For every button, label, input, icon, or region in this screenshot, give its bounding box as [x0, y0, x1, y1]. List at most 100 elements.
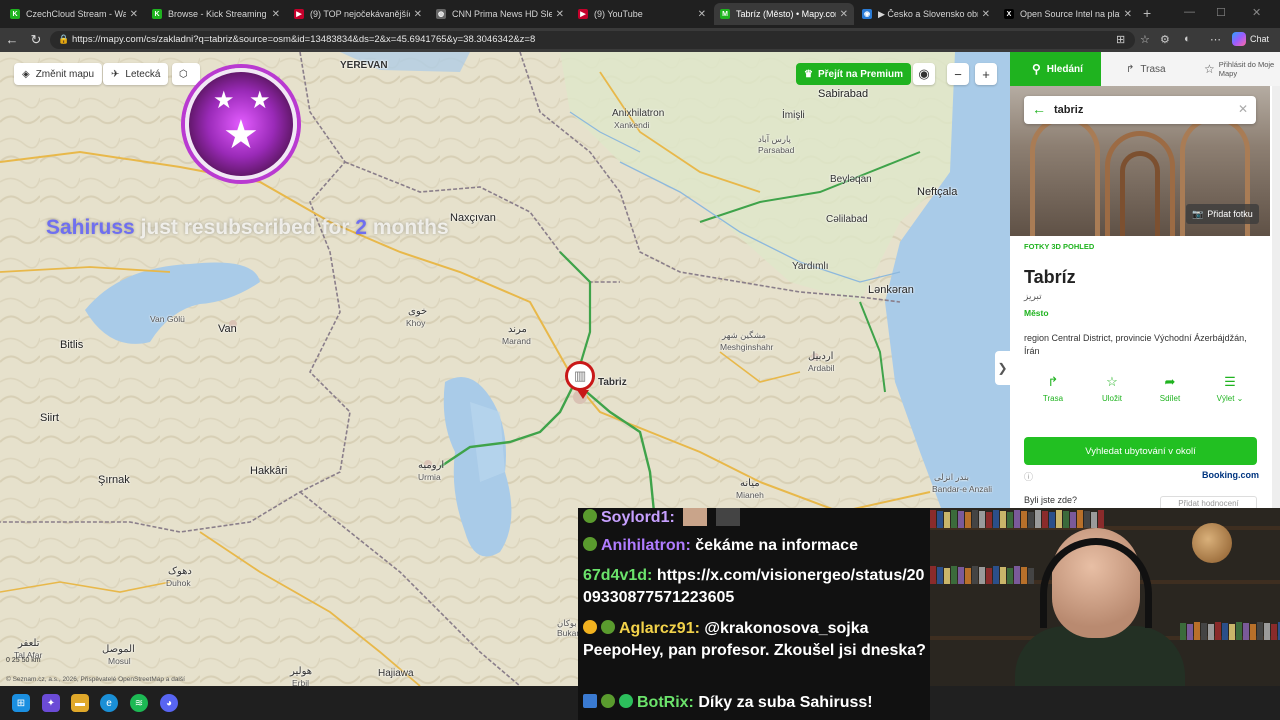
- zoom-in-button[interactable]: +: [975, 63, 997, 85]
- map-label[interactable]: YEREVAN: [340, 60, 388, 71]
- map-label[interactable]: Mosul: [108, 656, 131, 666]
- map-label[interactable]: Şırnak: [98, 474, 130, 486]
- copilot-chat-button[interactable]: Chat: [1232, 32, 1269, 46]
- close-icon[interactable]: ✕: [1124, 9, 1132, 20]
- map-label[interactable]: ارومیه: [418, 460, 444, 471]
- find-accommodation-button[interactable]: Vyhledat ubytování v okolí: [1024, 437, 1257, 465]
- reload-icon[interactable]: ↻: [28, 32, 44, 48]
- tab-kick-browse[interactable]: K Browse - Kick Streaming ✕: [146, 3, 286, 25]
- map-label[interactable]: Tabriz: [598, 377, 627, 388]
- map-label[interactable]: Duhok: [166, 578, 191, 588]
- clear-icon[interactable]: ✕: [1238, 102, 1248, 116]
- tab-czechcloud[interactable]: K CzechCloud Stream - Watch L ✕: [4, 3, 144, 25]
- map-label[interactable]: Cəlilabad: [826, 214, 868, 225]
- action-save[interactable]: ☆ Uložit: [1087, 374, 1137, 403]
- map-label[interactable]: Naxçıvan: [450, 212, 496, 224]
- zoom-out-button[interactable]: −: [947, 63, 969, 85]
- close-icon[interactable]: ✕: [840, 9, 848, 20]
- minimize-icon[interactable]: —: [1184, 6, 1195, 18]
- map-label[interactable]: Mianeh: [736, 490, 764, 500]
- map-label[interactable]: دهوک: [168, 566, 192, 577]
- panel-scrollbar[interactable]: [1272, 86, 1280, 508]
- back-arrow-icon[interactable]: ←: [1032, 101, 1046, 117]
- map-label[interactable]: Erbil: [292, 678, 309, 686]
- map-label[interactable]: Khoy: [406, 318, 425, 328]
- map-label[interactable]: مرند: [508, 324, 527, 335]
- 3d-button[interactable]: ⬡: [172, 63, 200, 85]
- map-label[interactable]: Ardabil: [808, 363, 834, 373]
- action-share[interactable]: ➦ Sdílet: [1145, 374, 1195, 403]
- folder-icon[interactable]: ▬: [71, 694, 89, 712]
- app-install-icon[interactable]: ⊞: [1116, 33, 1125, 46]
- map-pin-tabriz[interactable]: ▥: [565, 361, 595, 399]
- map-label[interactable]: تلعفر: [18, 638, 40, 649]
- map-label[interactable]: هولير: [290, 666, 312, 677]
- premium-button[interactable]: ♛ Přejít na Premium: [796, 63, 911, 85]
- map-label[interactable]: Xankendi: [614, 120, 649, 130]
- tab-x-osint[interactable]: X Open Source Intel na platfor ✕: [998, 3, 1138, 25]
- photo-links[interactable]: FOTKY 3D POHLED: [1024, 242, 1094, 251]
- spotify-icon[interactable]: ≋: [130, 694, 148, 712]
- locate-button[interactable]: ◉: [913, 63, 935, 85]
- profile-avatar-icon[interactable]: ◐: [1184, 33, 1191, 45]
- url-field[interactable]: 🔒 https://mapy.com/cs/zakladni?q=tabriz&…: [50, 31, 1135, 49]
- back-icon[interactable]: ←: [4, 32, 20, 47]
- start-icon[interactable]: ⊞: [12, 694, 30, 712]
- map-label[interactable]: Bandar-e Anzali: [932, 484, 992, 494]
- action-trip[interactable]: ☰ Výlet ⌄: [1205, 374, 1255, 403]
- tab-youtube[interactable]: ▶ (9) YouTube ✕: [572, 3, 712, 25]
- map-label[interactable]: Urmia: [418, 472, 441, 482]
- map-label[interactable]: Meshginshahr: [720, 342, 773, 352]
- close-icon[interactable]: ✕: [414, 9, 422, 20]
- more-menu-icon[interactable]: ⋯: [1210, 33, 1221, 46]
- maximize-icon[interactable]: ☐: [1216, 6, 1226, 19]
- close-icon[interactable]: ✕: [698, 9, 706, 20]
- edge-icon[interactable]: e: [100, 694, 118, 712]
- change-map-button[interactable]: ◈ Změnit mapu: [14, 63, 103, 85]
- map-label[interactable]: Van Gölü: [150, 314, 185, 324]
- info-icon[interactable]: ⓘ: [1024, 470, 1033, 483]
- close-window-icon[interactable]: ✕: [1252, 6, 1261, 19]
- add-photo-button[interactable]: 📷 Přidat fotku: [1186, 204, 1259, 224]
- map-label[interactable]: Neftçala: [917, 186, 957, 198]
- map-label[interactable]: Siirt: [40, 412, 59, 424]
- close-icon[interactable]: ✕: [556, 9, 564, 20]
- copilot-icon[interactable]: ✦: [42, 694, 60, 712]
- close-icon[interactable]: ✕: [982, 9, 990, 20]
- map-label[interactable]: İmişli: [782, 110, 805, 121]
- action-route[interactable]: ↱ Trasa: [1028, 374, 1078, 403]
- close-icon[interactable]: ✕: [272, 9, 280, 20]
- map-label[interactable]: Van: [218, 323, 237, 335]
- map-label[interactable]: بندر انزلی: [934, 472, 969, 483]
- map-label[interactable]: میانه: [740, 478, 760, 489]
- aerial-button[interactable]: ✈ Letecká: [103, 63, 169, 85]
- map-label[interactable]: Hajiawa: [378, 668, 414, 679]
- tab-cesko-slovensko[interactable]: ◉ ▶ Česko a Slovensko obnov ✕: [856, 3, 996, 25]
- map-label[interactable]: خوی: [408, 306, 427, 317]
- map-label[interactable]: Parsabad: [758, 145, 794, 155]
- close-icon[interactable]: ✕: [130, 9, 138, 20]
- map-label[interactable]: پارس آباد: [758, 134, 791, 145]
- map-label[interactable]: الموصل: [102, 644, 135, 655]
- extensions-icon[interactable]: ⚙: [1160, 33, 1170, 46]
- map-label[interactable]: Yardımlı: [792, 261, 829, 272]
- new-tab-button[interactable]: +: [1143, 5, 1151, 21]
- tab-search[interactable]: ⚲ Hledání: [1010, 52, 1101, 86]
- map-label[interactable]: Beyləqan: [830, 174, 872, 185]
- favorite-star-icon[interactable]: ☆: [1140, 33, 1150, 46]
- map-label[interactable]: Sabirabad: [818, 88, 868, 100]
- tab-youtube-top[interactable]: ▶ (9) TOP nejočekávanějších re ✕: [288, 3, 428, 25]
- add-review-button[interactable]: Přidat hodnocení: [1160, 496, 1257, 508]
- place-type[interactable]: Město: [1024, 308, 1049, 318]
- discord-icon[interactable]: ◕: [160, 694, 178, 712]
- map-label[interactable]: Marand: [502, 336, 531, 346]
- tab-mapy-tabriz[interactable]: M Tabríz (Město) • Mapy.com ✕: [714, 3, 854, 25]
- tab-login[interactable]: ☆ Přihlásit do Moje Mapy: [1200, 52, 1280, 86]
- tab-cnn-prima[interactable]: ◍ CNN Prima News HD Sledujte ✕: [430, 3, 570, 25]
- map-label[interactable]: مشگین شهر: [722, 330, 766, 341]
- map-label[interactable]: Anixhilatron: [612, 108, 664, 119]
- map-label[interactable]: اردبیل: [808, 351, 833, 362]
- map-label[interactable]: Hakkâri: [250, 465, 287, 477]
- map-label[interactable]: Bitlis: [60, 339, 83, 351]
- search-input[interactable]: ← tabriz ✕: [1024, 96, 1256, 124]
